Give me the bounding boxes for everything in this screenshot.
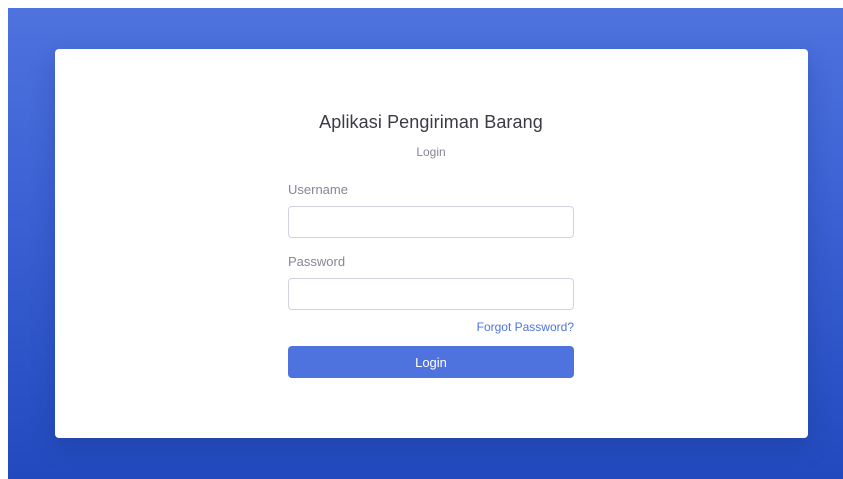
login-subtitle: Login <box>416 145 446 159</box>
page-background: Aplikasi Pengiriman Barang Login Usernam… <box>8 8 843 479</box>
forgot-password-link[interactable]: Forgot Password? <box>477 320 574 334</box>
username-input[interactable] <box>288 206 574 238</box>
password-label: Password <box>288 254 346 269</box>
password-input[interactable] <box>288 278 574 310</box>
login-button[interactable]: Login <box>288 346 574 378</box>
app-title: Aplikasi Pengiriman Barang <box>319 112 543 132</box>
login-card: Aplikasi Pengiriman Barang Login Usernam… <box>55 49 808 438</box>
username-label: Username <box>288 182 348 197</box>
login-form: Aplikasi Pengiriman Barang Login Usernam… <box>288 49 574 438</box>
